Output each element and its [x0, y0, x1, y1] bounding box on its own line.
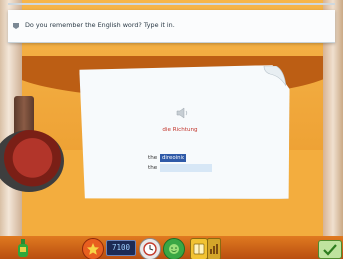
star-button[interactable]	[82, 238, 104, 259]
answer-input-2[interactable]	[160, 164, 212, 172]
score-counter: 7100	[106, 240, 136, 256]
article-label: the	[148, 165, 158, 171]
instruction-text: Do you remember the English word? Type i…	[25, 21, 175, 29]
book-icon	[193, 243, 205, 255]
page-curl	[263, 66, 286, 87]
answer-row-2: the	[148, 164, 212, 172]
check-answer-button[interactable]	[318, 240, 342, 259]
bottle-icon	[18, 239, 28, 257]
smiley-icon	[169, 244, 179, 254]
game-scene: Do you remember the English word? Type i…	[0, 0, 343, 259]
answer-row-1: the	[148, 154, 186, 162]
green-menu-button[interactable]	[163, 238, 185, 259]
star-icon	[87, 243, 99, 255]
checkmark-icon	[323, 243, 337, 256]
timer-button[interactable]	[139, 238, 161, 259]
speaker-icon[interactable]	[175, 107, 189, 119]
exercise-card	[79, 65, 290, 201]
instruction-banner: Do you remember the English word? Type i…	[8, 10, 335, 43]
bars-icon	[210, 244, 218, 254]
answer-input-1[interactable]	[160, 154, 186, 162]
top-progress-bar	[8, 3, 335, 5]
book-button[interactable]	[190, 238, 208, 259]
clock-icon	[143, 242, 157, 256]
german-word: die Richtung	[162, 127, 198, 133]
article-label: the	[148, 155, 158, 161]
pin-icon	[13, 23, 19, 29]
bottle-button[interactable]	[16, 238, 30, 258]
bars-button[interactable]	[207, 238, 221, 259]
